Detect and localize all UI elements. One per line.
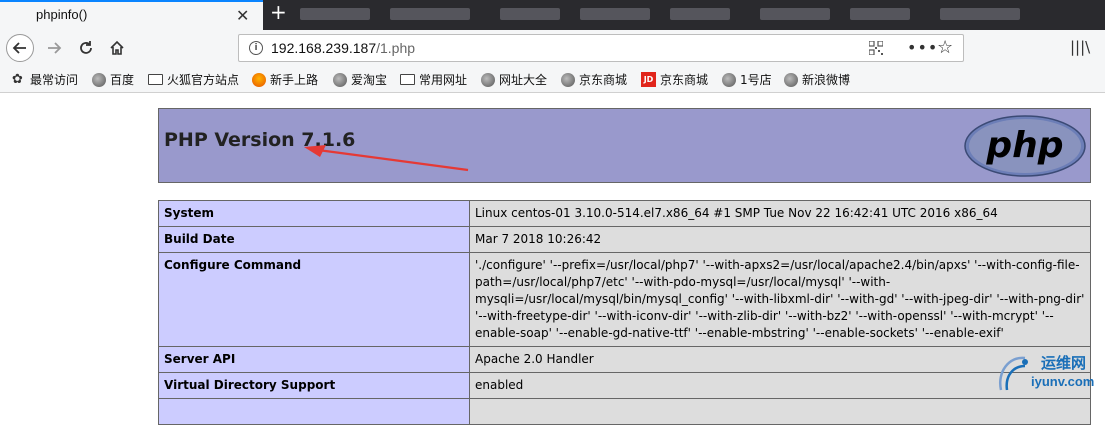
row-key: Server API bbox=[158, 346, 470, 373]
back-arrow-icon bbox=[12, 42, 26, 54]
globe-icon bbox=[92, 72, 106, 87]
table-row: Build Date Mar 7 2018 10:26:42 bbox=[158, 226, 1091, 253]
php-logo[interactable]: php bbox=[964, 115, 1086, 177]
gear-icon: ✿ bbox=[12, 71, 23, 87]
info-icon[interactable]: i bbox=[249, 41, 263, 55]
red-arrow-annotation bbox=[304, 145, 469, 172]
url-bar[interactable]: i 192.168.239.187/1.php ••• ☆ bbox=[238, 34, 964, 62]
close-tab-icon[interactable]: ✕ bbox=[236, 6, 249, 25]
background-tab[interactable] bbox=[850, 8, 910, 20]
home-icon bbox=[110, 40, 124, 55]
new-tab-button[interactable]: + bbox=[270, 0, 287, 24]
bookmark-label: 百度 bbox=[110, 73, 135, 87]
background-tab[interactable] bbox=[500, 8, 560, 20]
firefox-icon bbox=[252, 72, 266, 87]
table-row bbox=[158, 398, 1091, 425]
bookmark-aitaobao[interactable]: 爱淘宝 bbox=[333, 71, 387, 88]
reload-button[interactable] bbox=[72, 34, 100, 62]
row-key: Virtual Directory Support bbox=[158, 372, 470, 399]
globe-icon bbox=[561, 72, 575, 87]
page-actions-icon[interactable]: ••• bbox=[907, 38, 938, 57]
bookmark-most-visited[interactable]: ✿ 最常访问 bbox=[12, 71, 78, 88]
globe-icon bbox=[722, 72, 736, 87]
table-row: System Linux centos-01 3.10.0-514.el7.x8… bbox=[158, 200, 1091, 227]
library-icon[interactable]: |||\ bbox=[1070, 38, 1090, 56]
watermark: 运维网 iyunv.com bbox=[995, 352, 1101, 394]
reload-icon bbox=[80, 41, 92, 54]
qr-code-icon[interactable] bbox=[869, 41, 883, 55]
row-key: System bbox=[158, 200, 470, 227]
tab-bar: phpinfo() ✕ + bbox=[0, 0, 1105, 30]
background-tab[interactable] bbox=[300, 8, 370, 20]
background-tab[interactable] bbox=[670, 8, 730, 20]
bookmark-label: 1号店 bbox=[740, 73, 772, 87]
bookmark-label: 新浪微博 bbox=[802, 73, 851, 87]
folder-icon bbox=[148, 74, 163, 85]
bookmark-common-sites[interactable]: 常用网址 bbox=[400, 71, 467, 88]
bookmark-getting-started[interactable]: 新手上路 bbox=[252, 71, 318, 88]
row-value bbox=[469, 398, 1091, 425]
forward-button[interactable] bbox=[40, 34, 68, 62]
bookmark-weibo[interactable]: 新浪微博 bbox=[784, 71, 850, 88]
home-button[interactable] bbox=[103, 34, 131, 62]
bookmark-star-icon[interactable]: ☆ bbox=[937, 37, 953, 58]
forward-arrow-icon bbox=[48, 42, 62, 54]
url-host: 192.168.239.187 bbox=[271, 40, 377, 56]
bookmark-label: 爱淘宝 bbox=[351, 73, 388, 87]
php-version-header: PHP Version 7.1.6 php bbox=[158, 108, 1091, 183]
tab-phpinfo[interactable]: phpinfo() ✕ bbox=[0, 0, 263, 30]
bookmark-label: 京东商城 bbox=[579, 73, 628, 87]
bookmark-label: 网址大全 bbox=[499, 73, 548, 87]
row-key: Configure Command bbox=[158, 252, 470, 347]
table-row: Configure Command './configure' '--prefi… bbox=[158, 252, 1091, 347]
folder-icon bbox=[400, 74, 415, 85]
globe-icon bbox=[333, 72, 347, 87]
watermark-text: 运维网 bbox=[1041, 354, 1087, 372]
url-text[interactable]: 192.168.239.187/1.php bbox=[271, 40, 415, 56]
bookmark-label: 常用网址 bbox=[419, 73, 468, 87]
background-tab[interactable] bbox=[580, 8, 650, 20]
table-row: Virtual Directory Support enabled bbox=[158, 372, 1091, 399]
row-value: './configure' '--prefix=/usr/local/php7'… bbox=[469, 252, 1091, 347]
phpinfo-table: System Linux centos-01 3.10.0-514.el7.x8… bbox=[158, 200, 1091, 425]
table-row: Server API Apache 2.0 Handler bbox=[158, 346, 1091, 373]
tab-title: phpinfo() bbox=[36, 7, 88, 22]
bookmark-jd-1[interactable]: 京东商城 bbox=[561, 71, 627, 88]
back-button[interactable] bbox=[6, 34, 34, 62]
globe-icon bbox=[784, 72, 798, 87]
bookmark-label: 最常访问 bbox=[30, 73, 79, 87]
bookmark-baidu[interactable]: 百度 bbox=[92, 71, 134, 88]
bookmark-jd-2[interactable]: JD 京东商城 bbox=[641, 71, 708, 88]
watermark-url: iyunv.com bbox=[1031, 374, 1095, 389]
row-key bbox=[158, 398, 470, 425]
background-tab[interactable] bbox=[390, 8, 470, 20]
bookmark-label: 火狐官方站点 bbox=[167, 73, 240, 87]
row-key: Build Date bbox=[158, 226, 470, 253]
watermark-logo-icon bbox=[998, 356, 1028, 391]
php-logo-text: php bbox=[985, 125, 1063, 166]
navigation-bar: i 192.168.239.187/1.php ••• ☆ |||\ bbox=[0, 30, 1105, 66]
bookmark-firefox-official[interactable]: 火狐官方站点 bbox=[148, 71, 239, 88]
url-path: /1.php bbox=[376, 40, 416, 56]
page-content: PHP Version 7.1.6 php System Linux cento… bbox=[0, 94, 1105, 425]
globe-icon bbox=[481, 72, 495, 87]
bookmark-yhd[interactable]: 1号店 bbox=[722, 71, 772, 88]
background-tab[interactable] bbox=[940, 8, 1020, 20]
jd-icon: JD bbox=[641, 72, 656, 87]
bookmark-site-directory[interactable]: 网址大全 bbox=[481, 71, 547, 88]
bookmarks-bar: ✿ 最常访问 百度 火狐官方站点 新手上路 爱淘宝 常用网址 网址大全 京东商城… bbox=[0, 66, 1105, 93]
row-value: Mar 7 2018 10:26:42 bbox=[469, 226, 1091, 253]
row-value: Linux centos-01 3.10.0-514.el7.x86_64 #1… bbox=[469, 200, 1091, 227]
bookmark-label: 京东商城 bbox=[660, 73, 709, 87]
bookmark-label: 新手上路 bbox=[270, 73, 319, 87]
background-tab[interactable] bbox=[760, 8, 830, 20]
